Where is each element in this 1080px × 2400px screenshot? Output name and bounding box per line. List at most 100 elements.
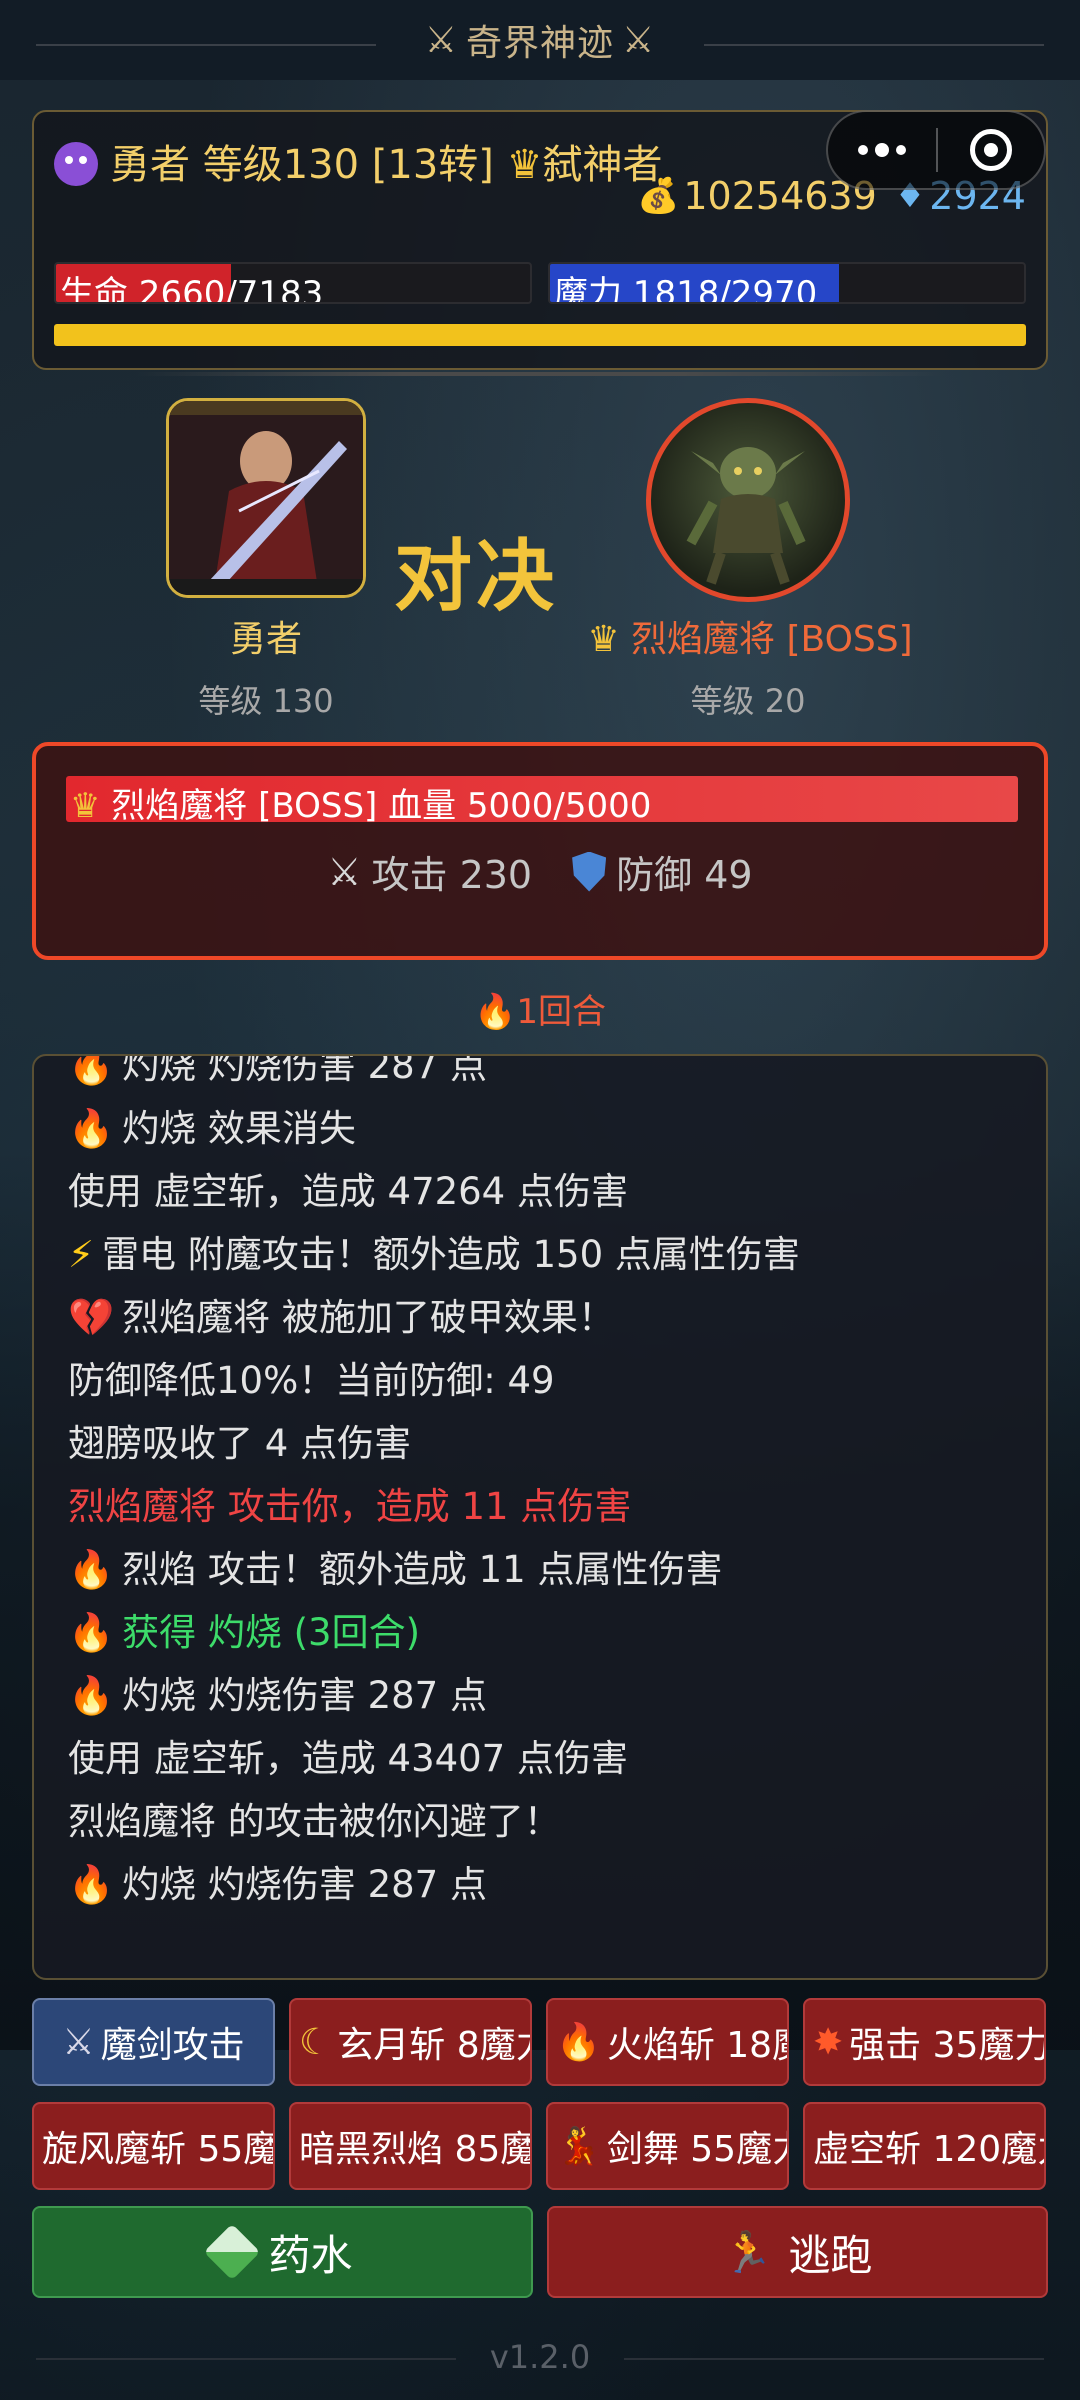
log-line: 烈焰魔将 攻击你，造成 11 点伤害 bbox=[68, 1475, 1026, 1538]
turn-indicator: 🔥1回合 bbox=[0, 984, 1080, 1033]
crossed-swords-icon: ⚔ bbox=[327, 849, 362, 894]
footer-divider-right bbox=[624, 2358, 1044, 2360]
skill-button[interactable]: 暗黑烈焰 85魔力 bbox=[289, 2102, 532, 2190]
log-line: 🔥 灼烧 灼烧伤害 287 点 bbox=[68, 1853, 1026, 1916]
boss-attack-stat: ⚔ 攻击 230 bbox=[327, 844, 532, 899]
skill-button[interactable]: 虚空斩 120魔力 bbox=[803, 2102, 1046, 2190]
crossed-swords-icon: ⚔ bbox=[622, 19, 656, 61]
more-menu-button[interactable] bbox=[828, 112, 936, 188]
skill-button-label: 火焰斩 18魔力 bbox=[606, 2025, 787, 2066]
boss-hp-bar: ♛ 烈焰魔将 [BOSS] 血量 5000/5000 bbox=[66, 776, 1018, 822]
log-line-text: 灼烧 灼烧伤害 287 点 bbox=[122, 1674, 487, 1717]
version-label: v1.2.0 bbox=[489, 2338, 591, 2376]
crescent-moon-icon: ☾ bbox=[299, 2021, 332, 2063]
log-line: 🔥 灼烧 灼烧伤害 287 点 bbox=[68, 1054, 1026, 1097]
skill-button[interactable]: 💃 剑舞 55魔力 bbox=[546, 2102, 789, 2190]
mp-bar: 魔力 1818/2970 bbox=[548, 262, 1026, 304]
skill-button[interactable]: 旋风魔斩 55魔力 bbox=[32, 2102, 275, 2190]
log-line: 🔥 获得 灼烧 (3回合) bbox=[68, 1601, 1026, 1664]
skill-button[interactable]: ✸ 强击 35魔力 bbox=[803, 1998, 1046, 2086]
battle-log-content: 🔥 灼烧 灼烧伤害 287 点 🔥 灼烧 效果消失 使用 虚空斩，造成 47264 点伤… bbox=[68, 1054, 1026, 1916]
log-line-text: 烈焰魔将 被施加了破甲效果！ bbox=[122, 1296, 615, 1339]
log-line-text: 获得 灼烧 (3回合) bbox=[122, 1611, 421, 1654]
flee-button[interactable]: 🏃 逃跑 bbox=[547, 2206, 1048, 2298]
skill-button-label: 旋风魔斩 55魔力 bbox=[42, 2129, 273, 2170]
title-divider-right bbox=[704, 44, 1044, 46]
close-miniprogram-button[interactable] bbox=[938, 129, 1044, 171]
hero-portrait bbox=[166, 398, 366, 598]
dancer-icon: 💃 bbox=[556, 2126, 601, 2167]
boss-hp-text: 烈焰魔将 [BOSS] 血量 5000/5000 bbox=[111, 786, 652, 822]
target-icon bbox=[970, 129, 1012, 171]
flee-label: 逃跑 bbox=[788, 2230, 873, 2280]
title-divider-left bbox=[36, 44, 376, 46]
crossed-swords-icon: ⚔ bbox=[62, 2021, 95, 2063]
log-line: 🔥 灼烧 灼烧伤害 287 点 bbox=[68, 1664, 1026, 1727]
turn-text: 1回合 bbox=[516, 992, 606, 1032]
money-bag-icon: 💰 bbox=[637, 176, 680, 216]
skill-button-label: 强击 35魔力 bbox=[849, 2025, 1046, 2066]
potion-button[interactable]: 药水 bbox=[32, 2206, 533, 2298]
log-line: 🔥 烈焰 攻击！额外造成 11 点属性伤害 bbox=[68, 1538, 1026, 1601]
skill-row-1: ⚔魔剑攻击☾玄月斩 8魔力🔥火焰斩 18魔力✸强击 35魔力 bbox=[32, 1998, 1048, 2086]
boss-level: 等级 20 bbox=[690, 682, 806, 720]
skill-row-2: 旋风魔斩 55魔力暗黑烈焰 85魔力 💃剑舞 55魔力虚空斩 120魔力 bbox=[32, 2102, 1048, 2190]
skill-button[interactable]: ☾ 玄月斩 8魔力 bbox=[289, 1998, 532, 2086]
boss-name: ♛ 烈焰魔将 [BOSS] bbox=[560, 610, 940, 662]
log-line-text: 灼烧 灼烧伤害 287 点 bbox=[122, 1863, 487, 1906]
boss-defense-value: 防御 49 bbox=[616, 853, 753, 897]
crossed-swords-icon: ⚔ bbox=[424, 19, 458, 61]
log-line: 💔 烈焰魔将 被施加了破甲效果！ bbox=[68, 1286, 1026, 1349]
log-line-text: 使用 虚空斩，造成 47264 点伤害 bbox=[68, 1170, 628, 1213]
mp-label: 魔力 1818/2970 bbox=[554, 274, 818, 304]
log-line: 使用 虚空斩，造成 47264 点伤害 bbox=[68, 1160, 1026, 1223]
dot-icon bbox=[875, 143, 889, 157]
potion-icon bbox=[204, 2223, 261, 2281]
section-divider bbox=[135, 372, 945, 376]
experience-bar bbox=[54, 324, 1026, 346]
broken-heart-icon: 💔 bbox=[68, 1296, 115, 1339]
log-line-text: 灼烧 灼烧伤害 287 点 bbox=[122, 1054, 487, 1087]
log-line-text: 烈焰 攻击！额外造成 11 点属性伤害 bbox=[122, 1548, 723, 1591]
versus-label: 对决 bbox=[394, 532, 559, 622]
hero-level: 等级 130 bbox=[198, 682, 334, 720]
log-line-text: 灼烧 效果消失 bbox=[122, 1107, 356, 1150]
boss-defense-stat: 防御 49 bbox=[572, 844, 753, 899]
skill-button-label: 暗黑烈焰 85魔力 bbox=[299, 2129, 530, 2170]
fire-icon: 🔥 bbox=[68, 1863, 115, 1906]
skill-button[interactable]: ⚔ 魔剑攻击 bbox=[32, 1998, 275, 2086]
fire-icon: 🔥 bbox=[68, 1548, 115, 1591]
log-line-text: 使用 虚空斩，造成 43407 点伤害 bbox=[68, 1737, 628, 1780]
crown-icon: ♛ bbox=[70, 786, 101, 822]
log-line: 🔥 灼烧 效果消失 bbox=[68, 1097, 1026, 1160]
dot-icon bbox=[858, 145, 868, 155]
potion-label: 药水 bbox=[268, 2230, 353, 2280]
player-name-line: 勇者 等级130 [13转] ♛弑神者 bbox=[54, 136, 694, 194]
battle-log[interactable]: 🔥 灼烧 灼烧伤害 287 点 🔥 灼烧 效果消失 使用 虚空斩，造成 47264 点伤… bbox=[32, 1054, 1048, 1980]
app-title-text: 奇界神迹 bbox=[465, 23, 614, 64]
fire-icon: 🔥 bbox=[68, 1054, 115, 1087]
log-line-text: 雷电 附魔攻击！额外造成 150 点属性伤害 bbox=[101, 1233, 800, 1276]
log-line: 防御降低10%！当前防御: 49 bbox=[68, 1349, 1026, 1412]
boss-attack-value: 攻击 230 bbox=[371, 853, 533, 897]
log-line: ⚡ 雷电 附魔攻击！额外造成 150 点属性伤害 bbox=[68, 1223, 1026, 1286]
log-line-text: 防御降低10%！当前防御: 49 bbox=[68, 1359, 555, 1402]
devil-avatar-icon bbox=[54, 142, 98, 186]
app-title: ⚔ 奇界神迹 ⚔ bbox=[425, 14, 656, 66]
skill-button-label: 剑舞 55魔力 bbox=[606, 2129, 789, 2170]
skill-button[interactable]: 🔥火焰斩 18魔力 bbox=[546, 1998, 789, 2086]
hero-portrait-image bbox=[169, 401, 363, 595]
skill-button-label: 魔剑攻击 bbox=[100, 2025, 245, 2066]
fire-icon: 🔥 bbox=[68, 1107, 115, 1150]
title-bar: ⚔ 奇界神迹 ⚔ bbox=[0, 0, 1080, 80]
hp-bar: 生命 2660/7183 bbox=[54, 262, 532, 304]
boss-hp-label: ♛ 烈焰魔将 [BOSS] 血量 5000/5000 bbox=[70, 778, 651, 822]
running-person-icon: 🏃 bbox=[722, 2229, 773, 2276]
fire-icon: 🔥 bbox=[556, 2022, 601, 2063]
miniprogram-capsule bbox=[826, 110, 1046, 190]
log-line-text: 翅膀吸收了 4 点伤害 bbox=[68, 1422, 412, 1465]
log-line-text: 烈焰魔将 攻击你，造成 11 点伤害 bbox=[68, 1485, 632, 1528]
shield-icon bbox=[572, 851, 607, 892]
hero-name: 勇者 bbox=[229, 619, 302, 660]
collision-icon: ✸ bbox=[813, 2021, 844, 2063]
